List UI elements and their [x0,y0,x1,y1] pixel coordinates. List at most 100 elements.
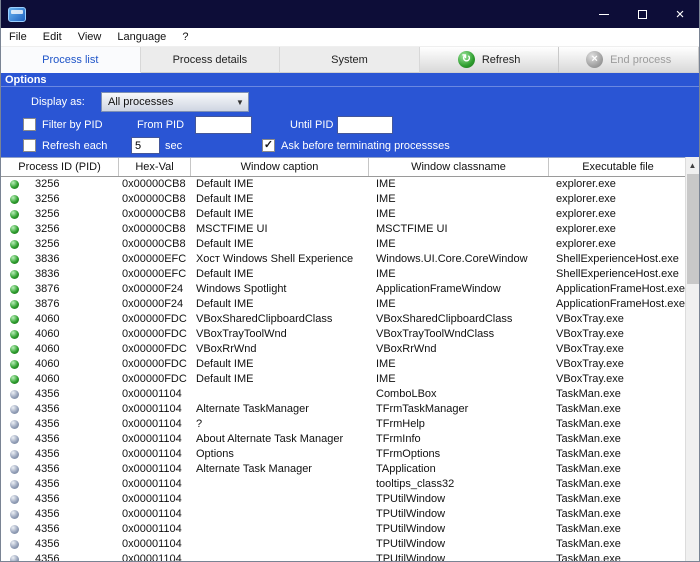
menu-bar: File Edit View Language ? [1,28,699,47]
menu-item-file[interactable]: File [1,28,35,46]
cell-executable-file: explorer.exe [549,177,687,192]
process-status-icon [10,480,19,489]
cell-window-classname: IME [369,237,549,252]
close-button[interactable]: × [661,0,699,28]
cell-executable-file: VBoxTray.exe [549,327,687,342]
tab-system[interactable]: System [280,47,420,73]
table-row[interactable]: 4356 0x00001104 Alternate TaskManager TF… [1,402,687,417]
table-row[interactable]: 3256 0x00000CB8 Default IME IME explorer… [1,237,687,252]
cell-hex: 0x00001104 [119,417,191,432]
table-row[interactable]: 4356 0x00001104 ComboLBox TaskMan.exe [1,387,687,402]
table-row[interactable]: 3836 0x00000EFC Хост Windows Shell Exper… [1,252,687,267]
table-row[interactable]: 4060 0x00000FDC VBoxTrayToolWnd VBoxTray… [1,327,687,342]
cell-pid: 4356 [27,402,119,417]
cell-window-classname: tooltips_class32 [369,477,549,492]
from-pid-input[interactable] [195,116,252,134]
cell-executable-file: ShellExperienceHost.exe [549,252,687,267]
minimize-button[interactable] [585,0,623,28]
cell-window-classname: TFrmHelp [369,417,549,432]
refresh-button[interactable]: ↻ Refresh [420,47,560,73]
table-row[interactable]: 4060 0x00000FDC VBoxSharedClipboardClass… [1,312,687,327]
ask-before-terminating-checkbox[interactable]: ✓ [262,139,275,152]
table-row[interactable]: 4060 0x00000FDC Default IME IME VBoxTray… [1,357,687,372]
process-status-icon [10,525,19,534]
process-status-icon [10,225,19,234]
table-row[interactable]: 3256 0x00000CB8 Default IME IME explorer… [1,192,687,207]
table-row[interactable]: 4356 0x00001104 tooltips_class32 TaskMan… [1,477,687,492]
cell-window-classname: TPUtilWindow [369,492,549,507]
cell-window-caption: Default IME [191,207,369,222]
table-row[interactable]: 4356 0x00001104 Alternate Task Manager T… [1,462,687,477]
tab-process-list[interactable]: Process list [1,47,141,73]
column-header-exe[interactable]: Executable file [549,158,687,176]
table-row[interactable]: 4356 0x00001104 About Alternate Task Man… [1,432,687,447]
table-row[interactable]: 3256 0x00000CB8 MSCTFIME UI MSCTFIME UI … [1,222,687,237]
table-row[interactable]: 4060 0x00000FDC VBoxRrWnd VBoxRrWnd VBox… [1,342,687,357]
refresh-icon: ↻ [458,51,475,68]
table-row[interactable]: 4356 0x00001104 TPUtilWindow TaskMan.exe [1,492,687,507]
cell-pid: 4356 [27,492,119,507]
cell-pid: 4060 [27,312,119,327]
cell-window-classname: MSCTFIME UI [369,222,549,237]
table-row[interactable]: 4356 0x00001104 TPUtilWindow TaskMan.exe [1,507,687,522]
display-as-dropdown[interactable]: All processes ▼ [101,92,249,112]
cell-window-classname: TPUtilWindow [369,552,549,561]
process-status-icon [10,540,19,549]
menu-item-edit[interactable]: Edit [35,28,70,46]
vertical-scrollbar[interactable]: ▲ [685,157,699,561]
process-status-icon [10,210,19,219]
table-row[interactable]: 3256 0x00000CB8 Default IME IME explorer… [1,177,687,192]
cell-window-caption: Default IME [191,192,369,207]
cell-hex: 0x00000CB8 [119,207,191,222]
column-header-pid[interactable]: Process ID (PID) [1,158,119,176]
process-status-icon [10,195,19,204]
cell-window-classname: TPUtilWindow [369,522,549,537]
filter-by-pid-checkbox[interactable] [23,118,36,131]
process-status-icon [10,510,19,519]
table-row[interactable]: 3876 0x00000F24 Windows Spotlight Applic… [1,282,687,297]
table-row[interactable]: 4356 0x00001104 TPUtilWindow TaskMan.exe [1,552,687,561]
cell-hex: 0x00000EFC [119,252,191,267]
scrollbar-thumb[interactable] [687,174,699,284]
end-process-button-label: End process [610,54,671,66]
table-row[interactable]: 3876 0x00000F24 Default IME IME Applicat… [1,297,687,312]
cell-pid: 4356 [27,507,119,522]
table-row[interactable]: 4060 0x00000FDC Default IME IME VBoxTray… [1,372,687,387]
close-icon: × [676,7,685,22]
process-status-icon [10,450,19,459]
display-as-label: Display as: [31,96,85,109]
table-row[interactable]: 3836 0x00000EFC Default IME IME ShellExp… [1,267,687,282]
cell-hex: 0x00001104 [119,462,191,477]
refresh-interval-input[interactable] [131,137,160,154]
scroll-up-button[interactable]: ▲ [686,157,699,173]
cell-executable-file: TaskMan.exe [549,522,687,537]
process-status-icon [10,285,19,294]
tab-process-details[interactable]: Process details [141,47,281,73]
column-header-classname[interactable]: Window classname [369,158,549,176]
until-pid-input[interactable] [337,116,393,134]
maximize-button[interactable] [623,0,661,28]
table-row[interactable]: 4356 0x00001104 ? TFrmHelp TaskMan.exe [1,417,687,432]
app-window: × File Edit View Language ? Process list… [0,0,700,562]
cell-window-caption: Default IME [191,372,369,387]
end-process-button[interactable]: × End process [559,47,699,73]
column-header-hex[interactable]: Hex-Val [119,158,191,176]
process-status-icon [10,180,19,189]
display-as-selected-value: All processes [108,96,173,108]
process-status-icon [10,465,19,474]
cell-pid: 3876 [27,282,119,297]
menu-item-help[interactable]: ? [174,28,196,46]
menu-item-view[interactable]: View [70,28,110,46]
cell-window-classname: TPUtilWindow [369,507,549,522]
cell-executable-file: TaskMan.exe [549,492,687,507]
process-status-icon [10,555,19,561]
table-row[interactable]: 3256 0x00000CB8 Default IME IME explorer… [1,207,687,222]
cell-window-caption: Default IME [191,267,369,282]
table-row[interactable]: 4356 0x00001104 TPUtilWindow TaskMan.exe [1,537,687,552]
refresh-each-checkbox[interactable] [23,139,36,152]
table-row[interactable]: 4356 0x00001104 TPUtilWindow TaskMan.exe [1,522,687,537]
table-row[interactable]: 4356 0x00001104 Options TFrmOptions Task… [1,447,687,462]
menu-item-language[interactable]: Language [109,28,174,46]
column-header-caption[interactable]: Window caption [191,158,369,176]
options-panel-header: Options [1,73,699,87]
